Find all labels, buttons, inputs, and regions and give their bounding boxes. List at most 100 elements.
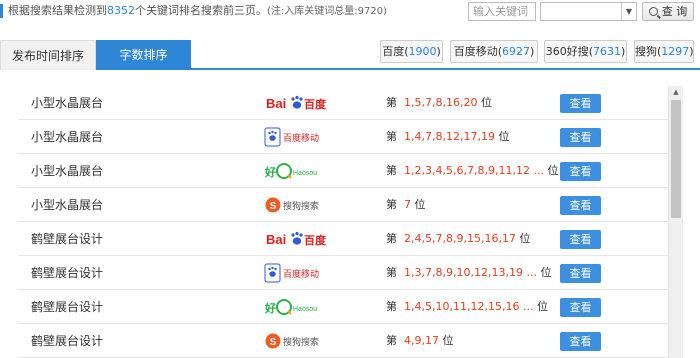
rank-suffix: 位: [498, 130, 510, 143]
scroll-thumb[interactable]: [671, 100, 681, 218]
engine-logo: Bai 百度: [264, 93, 334, 113]
keyword-label: 小型水晶展台: [31, 130, 104, 144]
result-row: 鹤壁展台设计 好 Haosou 第 1,4,5,10,11,12,15,16 ... …: [18, 290, 668, 324]
keyword-label: 鹤壁展台设计: [31, 300, 104, 314]
engine-name: 百度移动: [453, 45, 498, 58]
view-button[interactable]: 查看: [560, 264, 601, 283]
rank-values: 7: [404, 198, 411, 211]
engine-filter-360[interactable]: 360好搜(7631): [544, 40, 627, 63]
rank-prefix: 第: [386, 96, 397, 109]
rank-prefix: 第: [386, 198, 397, 211]
engine-logo: 百度移动: [264, 263, 334, 283]
keyword-label: 鹤壁展台设计: [31, 232, 104, 246]
rank-values: 1,4,7,8,12,17,19: [404, 130, 495, 143]
sogou-logo-icon: S 搜狗搜索: [265, 333, 319, 349]
rank-suffix: 位: [442, 334, 454, 347]
svg-text:百度移动: 百度移动: [283, 268, 319, 280]
engine-filter-baidu[interactable]: 百度(1900): [380, 40, 443, 63]
engine-select[interactable]: ▼: [540, 2, 637, 21]
view-button[interactable]: 查看: [560, 196, 601, 215]
baidu-mobile-logo-icon: 百度移动: [264, 263, 319, 283]
view-button[interactable]: 查看: [560, 332, 601, 351]
baidu-mobile-logo-icon: 百度移动: [264, 127, 319, 147]
keyword-label: 小型水晶展台: [31, 96, 104, 110]
haosou-logo-icon: 好 Haosou: [264, 299, 317, 315]
result-row: 小型水晶展台 好 Haosou 第 1,2,3,4,5,6,7,8,9,11,12 .…: [18, 154, 668, 188]
query-button[interactable]: 查 询: [642, 2, 694, 21]
rank-prefix: 第: [386, 164, 397, 177]
rank-suffix: 位: [414, 198, 426, 211]
result-row: 小型水晶展台 S 搜狗搜索 第 7 位 查看: [18, 188, 668, 222]
sogou-logo-icon: S 搜狗搜索: [265, 197, 319, 213]
svg-text:S: S: [270, 201, 277, 212]
search-icon: [648, 7, 658, 16]
tab-word-count[interactable]: 字数排序: [96, 40, 191, 70]
rank-values: 2,4,5,7,8,9,15,16,17: [404, 232, 516, 245]
engine-logo: 好 Haosou: [264, 297, 334, 317]
engine-logo: 好 Haosou: [264, 161, 334, 181]
top-bar: 根据搜索结果检测到8352个关键词排名搜索前三页。(注:入库关键词总量:9720…: [0, 0, 700, 24]
result-row: 鹤壁展台设计 Bai 百度 第 2,4,5,7,8,9,15,16,17 位 查看: [18, 222, 668, 256]
svg-text:搜狗搜索: 搜狗搜索: [283, 336, 319, 348]
rank-positions: 第 1,4,5,10,11,12,15,16 ... 位: [386, 290, 548, 324]
engine-logo: Bai 百度: [264, 229, 334, 249]
rank-values: 4,9,17: [404, 334, 439, 347]
summary-count: 8352: [107, 4, 135, 17]
summary-suffix: 个关键词排名搜索前三页。: [135, 4, 267, 17]
svg-text:百度: 百度: [304, 97, 327, 111]
result-row: 小型水晶展台 Bai 百度 第 1,5,7,8,16,20 位 查看: [18, 86, 668, 120]
keyword-input[interactable]: 输入关键词: [468, 2, 536, 21]
rank-suffix: 位: [536, 300, 548, 313]
keyword-label: 鹤壁展台设计: [31, 334, 104, 348]
svg-text:S: S: [270, 337, 277, 348]
engine-filter-baidu-mobile[interactable]: 百度移动(6927): [450, 40, 538, 63]
view-button[interactable]: 查看: [560, 162, 601, 181]
rank-values: 1,4,5,10,11,12,15,16 ...: [404, 300, 534, 313]
engine-logo: 百度移动: [264, 127, 334, 147]
view-button[interactable]: 查看: [560, 94, 601, 113]
rank-suffix: 位: [519, 232, 531, 245]
result-list: 小型水晶展台 Bai 百度第 1,5,7,8,16,20 位查看 小型水晶展台 百度移动…: [18, 86, 668, 358]
baidu-logo-icon: Bai 百度: [266, 231, 327, 247]
result-row: 鹤壁展台设计 S 搜狗搜索 第 4,9,17 位 查看: [18, 324, 668, 358]
svg-text:Bai: Bai: [266, 232, 286, 247]
svg-text:百度移动: 百度移动: [283, 132, 319, 144]
result-row: 小型水晶展台 百度移动 第 1,4,7,8,12,17,19 位 查看: [18, 120, 668, 154]
tab-publish-time[interactable]: 发布时间排序: [0, 40, 96, 70]
rank-prefix: 第: [386, 300, 397, 313]
engine-logo: S 搜狗搜索: [264, 195, 334, 215]
rank-prefix: 第: [386, 130, 397, 143]
view-button[interactable]: 查看: [560, 298, 601, 317]
query-label: 查 询: [661, 5, 688, 18]
rank-positions: 第 1,3,7,8,9,10,12,13,19 ... 位: [386, 256, 551, 290]
view-button[interactable]: 查看: [560, 230, 601, 249]
sort-tabs-row: 发布时间排序 字数排序 百度(1900) 百度移动(6927) 360好搜(76…: [0, 40, 700, 70]
rank-suffix: 位: [547, 164, 559, 177]
summary-prefix: 根据搜索结果检测到: [8, 4, 107, 17]
summary-note: (注:入库关键词总量:9720): [267, 6, 387, 17]
keyword-label: 小型水晶展台: [31, 198, 104, 212]
engine-logo: S 搜狗搜索: [264, 331, 334, 351]
engine-filter-sogou[interactable]: 搜狗(1297): [634, 40, 694, 63]
rank-prefix: 第: [386, 232, 397, 245]
rank-values: 1,5,7,8,16,20: [404, 96, 478, 109]
engine-count: 1297: [661, 45, 690, 58]
rank-suffix: 位: [540, 266, 552, 279]
engine-name: 360好搜: [545, 45, 589, 58]
chevron-down-icon[interactable]: ▼: [621, 3, 636, 20]
svg-text:Bai: Bai: [266, 96, 286, 111]
engine-count: 7631: [593, 45, 621, 58]
scroll-up-icon[interactable]: ▲: [669, 86, 683, 99]
svg-text:Haosou: Haosou: [293, 170, 317, 177]
engine-name: 百度: [382, 45, 405, 58]
svg-text:百度: 百度: [304, 233, 327, 247]
view-button[interactable]: 查看: [560, 128, 601, 147]
keyword-label: 小型水晶展台: [31, 164, 104, 178]
rank-suffix: 位: [480, 96, 492, 109]
haosou-logo-icon: 好 Haosou: [264, 163, 317, 179]
list-scrollbar[interactable]: ▲: [668, 86, 683, 358]
rank-prefix: 第: [386, 334, 397, 347]
title-accent-bar: [0, 4, 3, 18]
rank-prefix: 第: [386, 266, 397, 279]
keyword-label: 鹤壁展台设计: [31, 266, 104, 280]
